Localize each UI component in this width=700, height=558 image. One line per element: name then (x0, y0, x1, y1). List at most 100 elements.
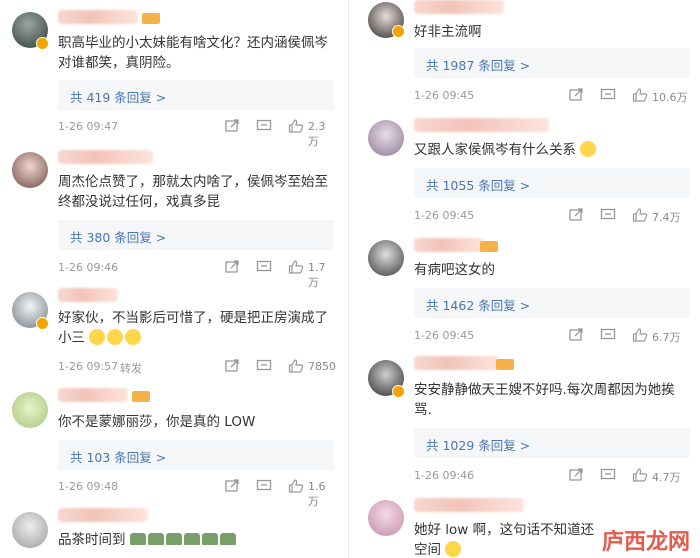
comment-time: 1-26 09:47 (58, 120, 119, 133)
comment-time: 1-26 09:46 (414, 469, 475, 482)
reply-count-link[interactable]: 共 419 条回复 > (70, 87, 166, 106)
cake-emoji-icon (165, 533, 182, 545)
reply-count-link[interactable]: 共 103 条回复 > (70, 447, 166, 466)
reply-count-box[interactable]: 共 103 条回复 > (58, 440, 334, 470)
share-icon[interactable] (224, 359, 240, 373)
comment-text: 好家伙，不当影后可惜了，硬是把正房演成了小三 (58, 308, 334, 348)
share-icon[interactable] (568, 328, 584, 342)
user-tag-icon (132, 391, 150, 402)
avatar[interactable] (12, 152, 48, 188)
comment-text: 你不是蒙娜丽莎，你是真的 LOW (58, 414, 256, 430)
emoji-icon (89, 329, 106, 345)
comment-icon[interactable] (256, 479, 272, 493)
comment-icon[interactable] (256, 359, 272, 373)
watermark-logo: 庐西龙网 (601, 530, 690, 555)
comment-meta: 1-26 09:46 1.7万 (58, 259, 334, 289)
reply-count-link[interactable]: 共 1055 条回复 > (426, 175, 530, 194)
reply-count-link[interactable]: 共 1029 条回复 > (426, 435, 530, 454)
comment-icon[interactable] (600, 468, 616, 482)
comment-text: 又跟人家侯佩岑有什么关系 (414, 140, 690, 160)
username-blurred[interactable] (58, 150, 153, 164)
username-blurred[interactable] (58, 10, 138, 24)
cake-emoji-icon (183, 533, 200, 545)
share-icon[interactable] (224, 119, 240, 133)
like-count: 2.3万 (308, 120, 326, 148)
comment-icon[interactable] (600, 88, 616, 102)
like-icon[interactable] (632, 468, 648, 482)
comment-text-body: 品茶时间到 (58, 532, 126, 548)
comment-meta: 1-26 09:45 7.4万 (414, 207, 690, 225)
reply-count-link[interactable]: 共 1462 条回复 > (426, 295, 530, 314)
avatar[interactable] (368, 240, 404, 276)
comment-text-body: 又跟人家侯佩岑有什么关系 (414, 142, 576, 158)
reply-count-link[interactable]: 共 380 条回复 > (70, 227, 166, 246)
comment-text: 品茶时间到 (58, 530, 334, 550)
share-icon[interactable] (568, 208, 584, 222)
username-blurred[interactable] (414, 356, 499, 370)
username-blurred[interactable] (58, 508, 148, 522)
like-count: 6.7万 (652, 331, 681, 344)
comment-meta: 1-26 09:47 2.3万 (58, 118, 334, 148)
avatar[interactable] (12, 512, 48, 548)
reply-count-box[interactable]: 共 1987 条回复 > (414, 48, 690, 78)
verified-badge-icon (392, 385, 405, 398)
comment-icon[interactable] (600, 208, 616, 222)
reply-count-box[interactable]: 共 380 条回复 > (58, 220, 334, 250)
share-icon[interactable] (568, 88, 584, 102)
comment-icon[interactable] (256, 260, 272, 274)
comment-text: 好非主流啊 (414, 24, 482, 40)
like-count: 4.7万 (652, 471, 681, 484)
reply-count-box[interactable]: 共 419 条回复 > (58, 80, 334, 110)
username-blurred[interactable] (58, 388, 128, 402)
share-icon[interactable] (224, 260, 240, 274)
verified-badge-icon (36, 317, 49, 330)
user-tag-icon (480, 241, 498, 252)
reply-count-box[interactable]: 共 1462 条回复 > (414, 288, 690, 318)
comment-text: 安安静静做天王嫂不好吗.每次周都因为她挨骂. (414, 382, 675, 418)
comment-meta: 1-26 09:46 4.7万 (414, 467, 690, 485)
like-icon[interactable] (632, 328, 648, 342)
username-blurred[interactable] (414, 498, 524, 512)
reply-count-box[interactable]: 共 1055 条回复 > (414, 168, 690, 198)
like-count: 7850 (308, 360, 336, 373)
comment-time: 1-26 09:45 (414, 89, 475, 102)
user-tag-icon (496, 359, 514, 370)
username-blurred[interactable] (414, 0, 504, 14)
emoji-icon (445, 541, 462, 557)
emoji-icon (580, 141, 597, 157)
left-comment-column: 职高毕业的小太妹能有啥文化？还内涵侯佩岑对谁都笑，真阴险。 共 419 条回复 … (0, 0, 340, 558)
avatar[interactable] (368, 500, 404, 536)
like-icon[interactable] (632, 208, 648, 222)
username-blurred[interactable] (414, 238, 484, 252)
like-icon[interactable] (288, 359, 304, 373)
comment-meta: 1-26 09:48 1.6万 (58, 478, 334, 508)
comment-text: 周杰伦点赞了，那就太内啥了，侯佩岑至始至终都没说过任何，戏真多昆 (58, 174, 328, 210)
like-icon[interactable] (288, 260, 304, 274)
like-icon[interactable] (288, 119, 304, 133)
right-comment-column: 好非主流啊 共 1987 条回复 > 1-26 09:45 10.6万 又跟人家… (356, 0, 696, 558)
column-divider (348, 0, 349, 558)
reply-count-box[interactable]: 共 1029 条回复 > (414, 428, 690, 458)
username-blurred[interactable] (414, 118, 549, 132)
share-icon[interactable] (224, 479, 240, 493)
cake-emoji-icon (219, 533, 236, 545)
like-icon[interactable] (632, 88, 648, 102)
comment-meta: 1-26 09:45 10.6万 (414, 87, 690, 105)
share-icon[interactable] (568, 468, 584, 482)
comment-time: 1-26 09:48 (58, 480, 119, 493)
comment-icon[interactable] (600, 328, 616, 342)
comment-icon[interactable] (256, 119, 272, 133)
comment-meta: 1-26 09:57 转发 7850 (58, 358, 336, 376)
cake-emoji-icon (201, 533, 218, 545)
reply-count-link[interactable]: 共 1987 条回复 > (426, 55, 530, 74)
comment-text-line2: 空间 (414, 542, 441, 558)
avatar[interactable] (12, 392, 48, 428)
comment-time: 1-26 09:45 (414, 329, 475, 342)
like-count: 1.6万 (308, 480, 326, 508)
repost-label[interactable]: 转发 (120, 360, 142, 376)
emoji-icon (125, 329, 142, 345)
username-blurred[interactable] (58, 288, 118, 302)
like-icon[interactable] (288, 479, 304, 493)
like-count: 7.4万 (652, 211, 681, 224)
avatar[interactable] (368, 120, 404, 156)
